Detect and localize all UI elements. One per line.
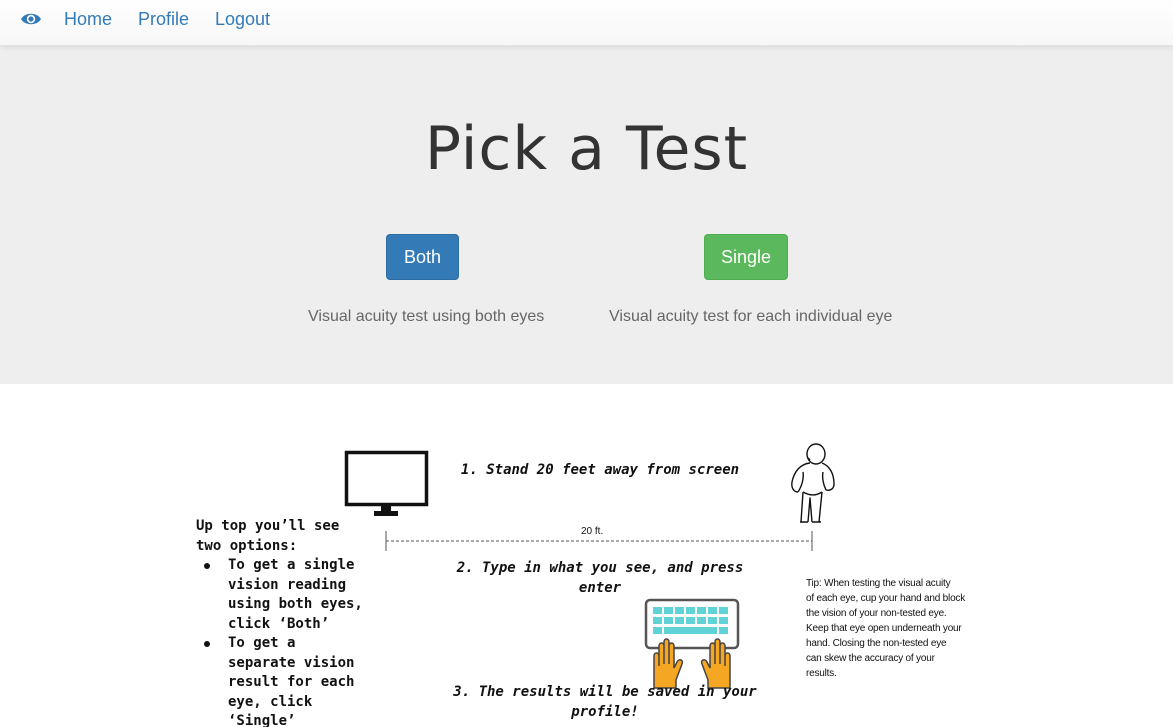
single-description: Visual acuity test for each individual e…: [609, 308, 893, 325]
step-3: 3. The results will be saved in your pro…: [453, 684, 757, 720]
instructions-graphic: 20 ft. Up top you’ll see two options: To…: [0, 384, 1173, 727]
tip-text: Tip: When testing the visual acuity of e…: [806, 578, 966, 679]
nav-profile-link[interactable]: Profile: [138, 9, 189, 30]
single-button[interactable]: Single: [704, 234, 788, 280]
instructions-intro: Up top you’ll see two options:: [196, 518, 340, 554]
monitor-icon: [344, 450, 429, 516]
eye-icon[interactable]: [20, 10, 42, 28]
nav-home-link[interactable]: Home: [64, 9, 112, 30]
both-description: Visual acuity test using both eyes: [308, 308, 545, 325]
distance-label: 20 ft.: [581, 526, 604, 537]
navbar: Home Profile Logout: [0, 0, 1173, 46]
list-item: To get a separate vision result for each…: [196, 634, 376, 727]
person-icon: [791, 443, 835, 523]
hero-panel: Pick a Test Both Single Visual acuity te…: [0, 46, 1173, 384]
page-title: Pick a Test: [424, 114, 749, 184]
keyboard-hands-icon: [644, 598, 740, 689]
step-2: 2. Type in what you see, and press enter: [456, 560, 744, 596]
both-button[interactable]: Both: [386, 234, 459, 280]
nav-logout-link[interactable]: Logout: [215, 9, 270, 30]
instructions-bullets: To get a single vision reading using bot…: [196, 556, 376, 727]
step-1: 1. Stand 20 feet away from screen: [460, 462, 740, 478]
list-item: To get a single vision reading using bot…: [196, 556, 376, 634]
